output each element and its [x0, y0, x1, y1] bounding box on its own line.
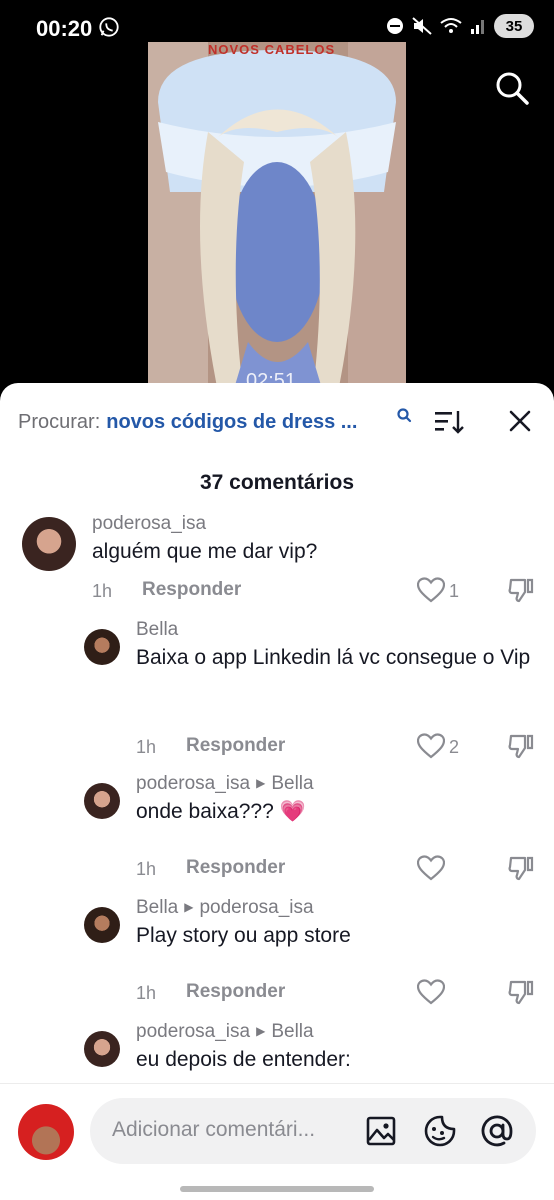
- video-player[interactable]: NOVOS CABELOS 02:51: [0, 40, 554, 400]
- emoji-icon[interactable]: [424, 1115, 456, 1147]
- comment-username[interactable]: poderosa_isa ▶ Bella: [136, 773, 314, 795]
- video-banner-text: NOVOS CABELOS: [208, 42, 336, 57]
- comment-username-text: Bella: [136, 897, 179, 918]
- avatar[interactable]: [84, 1031, 120, 1067]
- related-search[interactable]: Procurar: novos códigos de dress ...: [18, 407, 357, 437]
- reply-to-username[interactable]: poderosa_isa: [199, 897, 313, 918]
- comment-input[interactable]: Adicionar comentári...: [90, 1098, 536, 1164]
- reply-to-username[interactable]: Bella: [271, 1021, 313, 1042]
- dislike-icon[interactable]: [508, 577, 534, 603]
- comment-text: Baixa o app Linkedin lá vc consegue o Vi…: [136, 646, 531, 669]
- mention-icon[interactable]: [480, 1114, 514, 1148]
- comment-username[interactable]: poderosa_isa ▶ Bella: [136, 1021, 314, 1043]
- reply-button[interactable]: Responder: [186, 981, 285, 1003]
- comment-username[interactable]: Bella: [136, 619, 178, 641]
- comment-username-text: poderosa_isa: [136, 773, 251, 794]
- user-avatar[interactable]: [18, 1104, 74, 1160]
- battery-indicator: 35: [494, 14, 534, 38]
- reply-arrow-icon: ▶: [256, 1024, 266, 1038]
- comment-text: Play story ou app store: [136, 924, 351, 947]
- comment-username[interactable]: poderosa_isa: [92, 513, 206, 535]
- comment-text: alguém que me dar vip?: [92, 540, 318, 563]
- video-frame[interactable]: NOVOS CABELOS: [148, 42, 406, 392]
- reply-button[interactable]: Responder: [186, 857, 285, 879]
- avatar[interactable]: [84, 907, 120, 943]
- search-query-link[interactable]: novos códigos de dress ...: [106, 411, 357, 434]
- status-icons: 35: [386, 14, 534, 38]
- dnd-icon: [387, 18, 403, 34]
- whatsapp-icon: [99, 17, 119, 37]
- sort-icon[interactable]: [434, 409, 464, 435]
- comment-text: onde baixa??? 💗: [136, 800, 306, 823]
- comment-compose-bar: Adicionar comentári...: [0, 1083, 554, 1200]
- home-indicator: [180, 1186, 374, 1192]
- avatar[interactable]: [84, 629, 120, 665]
- reply-arrow-icon: ▶: [256, 776, 266, 790]
- comment-reply-item: poderosa_isa ▶ Bella eu depois de entender…: [0, 1017, 554, 1083]
- wifi-icon: [440, 18, 462, 33]
- comment-age: 1h: [136, 859, 157, 879]
- comment-list[interactable]: poderosa_isa alguém que me dar vip? 1h R…: [0, 503, 554, 1083]
- comment-input-placeholder[interactable]: Adicionar comentári...: [112, 1118, 348, 1142]
- video-thumbnail: [148, 42, 406, 392]
- search-icon[interactable]: [396, 407, 412, 423]
- status-time: 00:20: [36, 16, 93, 41]
- comment-reply-item: poderosa_isa ▶ Bella onde baixa??? 💗 1h Re…: [0, 769, 554, 889]
- comment-item: poderosa_isa alguém que me dar vip? 1h R…: [0, 503, 554, 613]
- comment-age: 1h: [92, 581, 113, 601]
- comments-count: 37 comentários: [199, 471, 355, 494]
- comment-text: eu depois de entender:: [136, 1048, 351, 1071]
- search-prefix: Procurar:: [18, 410, 101, 433]
- search-icon[interactable]: [494, 70, 530, 106]
- comment-username-text: poderosa_isa: [136, 1021, 251, 1042]
- dislike-icon[interactable]: [508, 733, 534, 759]
- dislike-icon[interactable]: [508, 855, 534, 881]
- heart-icon[interactable]: [417, 979, 445, 1005]
- comment-reply-item: Bella Baixa o app Linkedin lá vc consegu…: [0, 615, 554, 765]
- avatar[interactable]: [84, 783, 120, 819]
- image-icon[interactable]: [366, 1116, 396, 1146]
- reply-to-username[interactable]: Bella: [271, 773, 313, 794]
- reply-button[interactable]: Responder: [186, 735, 285, 757]
- comment-age: 1h: [136, 737, 157, 757]
- like-count: 2: [449, 737, 460, 757]
- mute-icon: [412, 17, 432, 35]
- heart-icon[interactable]: [417, 577, 445, 603]
- like-count: 1: [449, 581, 460, 601]
- reply-button[interactable]: Responder: [142, 579, 241, 601]
- dislike-icon[interactable]: [508, 979, 534, 1005]
- heart-icon[interactable]: [417, 733, 445, 759]
- comment-reply-item: Bella ▶ poderosa_isa Play story ou app sto…: [0, 893, 554, 1013]
- avatar[interactable]: [22, 517, 76, 571]
- heart-icon[interactable]: [417, 855, 445, 881]
- comment-age: 1h: [136, 983, 157, 1003]
- comment-username[interactable]: Bella ▶ poderosa_isa: [136, 897, 314, 919]
- reply-arrow-icon: ▶: [184, 900, 194, 914]
- signal-icon: [471, 20, 484, 34]
- comments-sheet: Procurar: novos códigos de dress ... 37 …: [0, 383, 554, 1200]
- close-icon[interactable]: [508, 409, 532, 433]
